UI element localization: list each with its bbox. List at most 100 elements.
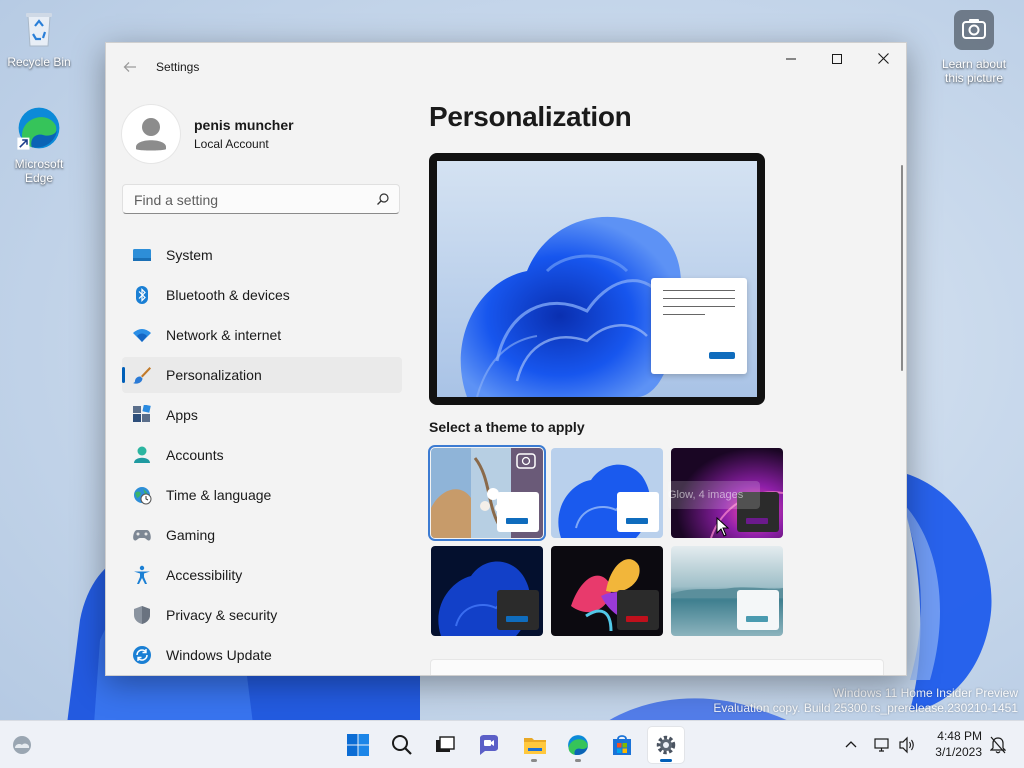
file-explorer-icon <box>524 738 546 754</box>
taskbar: 4:48 PM 3/1/2023 <box>0 720 1024 768</box>
mouse-cursor-icon <box>716 517 730 537</box>
brush-icon <box>133 367 151 384</box>
task-view-icon <box>436 736 455 752</box>
running-indicator <box>531 759 537 762</box>
desktop-icon-recycle-bin[interactable]: Recycle Bin <box>3 8 75 69</box>
edge-icon <box>568 735 588 756</box>
themes-settings-card[interactable] <box>430 659 884 675</box>
accounts-icon <box>134 446 150 463</box>
settings-taskbar-button[interactable] <box>648 727 684 763</box>
sidebar-item-apps[interactable]: Apps <box>122 397 402 433</box>
settings-search[interactable] <box>122 184 400 214</box>
recycle-bin-icon <box>26 13 52 47</box>
sidebar-item-accounts[interactable]: Accounts <box>122 437 402 473</box>
notification-icon <box>990 736 1006 754</box>
close-icon <box>877 53 889 64</box>
recycle-bin-label: Recycle Bin <box>7 55 71 69</box>
sidebar-item-label: Personalization <box>166 367 262 383</box>
theme-mini-window <box>737 590 779 630</box>
sidebar-item-time-language[interactable]: Time & language <box>122 477 402 513</box>
theme-tile-flow[interactable] <box>671 546 783 636</box>
network-volume-button[interactable] <box>868 727 920 763</box>
sidebar-item-label: Bluetooth & devices <box>166 287 290 303</box>
sidebar-item-label: Apps <box>166 407 198 423</box>
sidebar-item-privacy[interactable]: Privacy & security <box>122 597 402 633</box>
running-indicator <box>575 759 581 762</box>
settings-icon <box>656 735 676 755</box>
globe-clock-icon <box>134 487 152 505</box>
back-arrow-icon <box>123 62 136 72</box>
learn-label-line2: this picture <box>944 71 1004 85</box>
sidebar-item-accessibility[interactable]: Accessibility <box>122 557 402 593</box>
show-hidden-icons-button[interactable] <box>836 727 866 763</box>
network-icon <box>874 738 889 752</box>
weather-icon <box>13 736 31 754</box>
sidebar-item-windows-update[interactable]: Windows Update <box>122 637 402 673</box>
chat-button[interactable] <box>471 727 507 763</box>
user-profile[interactable]: penis muncher Local Account <box>122 105 402 165</box>
camera-icon <box>954 10 994 50</box>
theme-accent-swatch <box>746 616 768 622</box>
start-icon <box>347 734 369 756</box>
clock[interactable]: 4:48 PM 3/1/2023 <box>926 729 982 759</box>
sidebar-item-gaming[interactable]: Gaming <box>122 517 402 553</box>
preview-dialog-line <box>663 298 735 299</box>
close-button[interactable] <box>860 43 906 75</box>
maximize-button[interactable] <box>814 43 860 75</box>
edge-taskbar-button[interactable] <box>560 727 596 763</box>
chat-icon <box>480 735 498 755</box>
file-explorer-button[interactable] <box>516 727 552 763</box>
edge-label-line2: Edge <box>24 171 54 185</box>
desktop-icon-edge[interactable]: Microsoft Edge <box>3 104 75 185</box>
widgets-button[interactable] <box>4 727 40 763</box>
theme-tile-windows-light[interactable] <box>551 448 663 538</box>
minimize-button[interactable] <box>768 43 814 75</box>
sidebar-item-label: Gaming <box>166 527 216 543</box>
clock-date: 3/1/2023 <box>935 745 982 759</box>
sidebar-item-bluetooth[interactable]: Bluetooth & devices <box>122 277 402 313</box>
sidebar-item-label: Privacy & security <box>166 607 278 623</box>
settings-window: Settings penis muncher Local Account Fin… <box>105 42 907 676</box>
start-button[interactable] <box>340 727 376 763</box>
store-button[interactable] <box>604 727 640 763</box>
task-view-button[interactable] <box>427 727 463 763</box>
edge-label-line1: Microsoft <box>14 157 64 171</box>
desktop: Recycle Bin Microsoft Edge Learn about t… <box>0 0 1024 768</box>
preview-dialog <box>651 278 747 374</box>
desktop-icon-learn-about-picture[interactable]: Learn about this picture <box>938 10 1010 85</box>
app-title: Settings <box>156 60 200 74</box>
update-icon <box>133 646 151 664</box>
back-button[interactable] <box>120 57 140 77</box>
theme-accent-swatch <box>626 518 648 524</box>
edge-icon <box>17 107 60 150</box>
store-icon <box>613 735 631 755</box>
notification-center-button[interactable] <box>984 727 1012 763</box>
theme-accent-swatch <box>506 518 528 524</box>
running-indicator <box>660 759 672 762</box>
themes-label: Select a theme to apply <box>429 419 585 435</box>
theme-mini-window <box>617 590 659 630</box>
sidebar-item-label: Time & language <box>166 487 272 503</box>
maximize-icon <box>832 54 842 64</box>
theme-tile-windows-dark[interactable] <box>431 546 543 636</box>
search-icon[interactable] <box>376 192 390 206</box>
shield-icon <box>134 606 150 624</box>
content-scrollbar[interactable] <box>901 165 903 371</box>
search-input[interactable] <box>132 190 366 210</box>
sidebar-item-personalization[interactable]: Personalization <box>122 357 402 393</box>
theme-preview <box>429 153 765 405</box>
account-type: Local Account <box>194 137 269 151</box>
evaluation-watermark: Windows 11 Home Insider Preview Evaluati… <box>713 686 1018 716</box>
wifi-icon <box>133 329 151 342</box>
theme-tile-spotlight[interactable] <box>428 445 546 541</box>
taskbar-search-button[interactable] <box>384 727 420 763</box>
title-bar[interactable]: Settings <box>106 43 906 87</box>
theme-tile-captured-motion[interactable] <box>551 546 663 636</box>
sidebar-item-system[interactable]: System <box>122 237 402 273</box>
sidebar-item-network[interactable]: Network & internet <box>122 317 402 353</box>
theme-mini-window <box>497 590 539 630</box>
preview-dialog-button <box>709 352 735 359</box>
sidebar-item-label: Accessibility <box>166 567 243 583</box>
avatar[interactable] <box>122 105 180 163</box>
theme-accent-swatch <box>506 616 528 622</box>
